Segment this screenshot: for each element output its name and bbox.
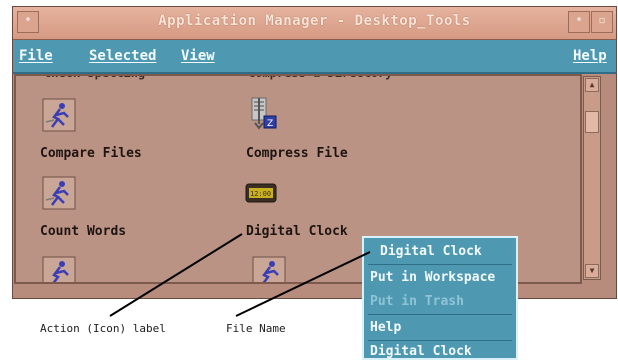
annotation-action-label: Action (Icon) label xyxy=(40,322,166,335)
annotation-file-name: File Name xyxy=(226,322,286,335)
annotation-leader-lines xyxy=(109,233,371,317)
leader-line-file-name xyxy=(235,251,371,317)
leader-line-action-label xyxy=(109,233,243,317)
